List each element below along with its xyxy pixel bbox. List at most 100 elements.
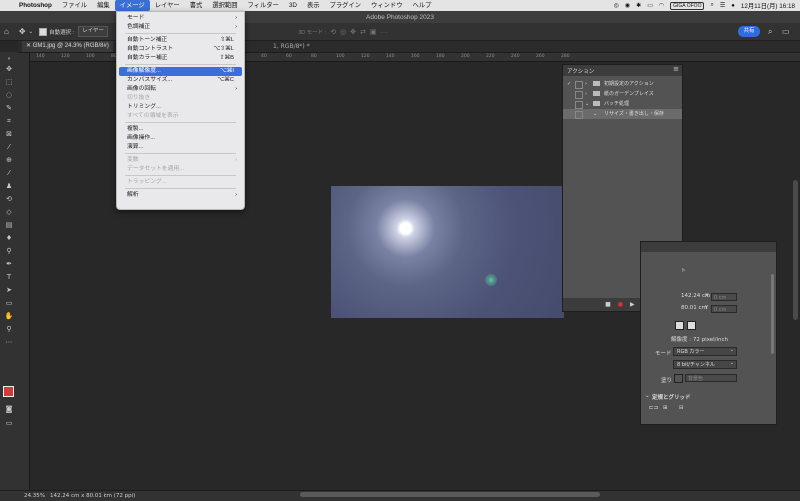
action-set-row[interactable]: ⌄ バッチ処理 [563,99,682,109]
move-tool-icon[interactable]: ✥ [3,64,15,74]
path-select-tool-icon[interactable]: ➤ [3,285,15,295]
menu-plugins[interactable]: プラグイン [325,0,366,11]
properties-scrollbar[interactable] [771,274,774,354]
status-chevron-icon[interactable]: › [104,492,106,498]
3d-orbit-icon[interactable]: ⟲ [330,28,336,36]
x-field[interactable]: 0 cm [711,293,737,301]
menu-view[interactable]: 表示 [302,0,325,11]
workspace-icon[interactable]: ▭ [782,27,790,36]
section-chevron-icon[interactable]: ⌄ [645,393,650,399]
hand-tool-icon[interactable]: ✋ [3,311,15,321]
play-icon[interactable]: ▶ [630,301,635,308]
panel-menu-icon[interactable]: ≡ [673,65,679,73]
height-value[interactable]: 80.01 cm [681,305,707,311]
dodge-tool-icon[interactable]: ⚲ [3,246,15,256]
orientation-landscape-icon[interactable] [687,321,696,330]
healing-brush-tool-icon[interactable]: ⊕ [3,155,15,165]
control-center-icon[interactable]: ☰ [720,2,725,9]
menu-item[interactable]: 画像解像度... ⌥⌘I [119,67,242,76]
search-icon[interactable]: ⌕ [768,27,772,37]
auto-select-checkbox[interactable] [39,27,48,36]
menu-item[interactable]: 自動コントラスト ⌥⇧⌘L [119,45,242,54]
menu-item[interactable]: 自動トーン補正 ⇧⌘L [119,36,242,45]
menu-3d[interactable]: 3D [284,0,302,11]
document-tab[interactable]: ✕ GM1.jpg @ 24.3% (RGB/8#) [22,41,113,52]
record-icon[interactable]: ◉ [625,2,630,9]
disclosure-triangle[interactable]: ⌄ [593,109,597,119]
home-icon[interactable]: ⌂ [4,27,9,36]
move-tool-icon[interactable]: ✥ [19,27,26,36]
zoom-level[interactable]: 24.35% [24,493,45,499]
history-brush-tool-icon[interactable]: ⟲ [3,194,15,204]
screen-mode-icon[interactable]: ▭ [3,418,15,428]
3d-pan-icon[interactable]: ✥ [350,28,356,36]
menu-photoshop[interactable]: Photoshop [14,0,57,11]
y-field[interactable]: 0 cm [711,305,737,313]
fill-color-swatch[interactable] [674,374,683,383]
menu-help[interactable]: ヘルプ [408,0,437,11]
eyedropper-tool-icon[interactable]: ⁄ [3,142,15,152]
menu-item[interactable]: カンバスサイズ... ⌥⌘C [119,76,242,85]
blur-tool-icon[interactable]: ♦ [3,233,15,243]
action-set-row[interactable]: › 紙のガーデンプレイス [563,89,682,99]
lasso-tool-icon[interactable]: ◌ [3,90,15,100]
menu-filter[interactable]: フィルター [243,0,284,11]
dialog-toggle-box[interactable] [575,91,583,99]
menu-item[interactable]: トリミング... [119,103,242,112]
menu-type[interactable]: 書式 [185,0,208,11]
clone-stamp-tool-icon[interactable]: ♟ [3,181,15,191]
battery-icon[interactable]: ▭ [647,2,653,9]
shape-tool-icon[interactable]: ▭ [3,298,15,308]
fill-select[interactable]: 背景色 [685,374,737,382]
horizontal-scrollbar[interactable] [300,492,600,497]
menu-file[interactable]: ファイル [57,0,92,11]
gradient-tool-icon[interactable]: ▤ [3,220,15,230]
dialog-toggle-box[interactable] [575,111,583,119]
rulers-grid-section-title[interactable]: 定規とグリッド [652,393,691,401]
menu-window[interactable]: ウィンドウ [366,0,407,11]
pen-tool-icon[interactable]: ✒ [3,259,15,269]
3d-roll-icon[interactable]: ◎ [340,28,346,36]
action-set-row[interactable]: ✓ › 初期設定のアクション [563,79,682,89]
crop-tool-icon[interactable]: ⌗ [3,116,15,126]
close-icon[interactable]: ✕ [26,43,33,49]
action-row-selected[interactable]: ⌄ リサイズ・書き出し・保存 [563,109,682,119]
canvas-image[interactable] [331,186,564,318]
color-mode-select[interactable]: RGB カラー [673,346,737,356]
frame-tool-icon[interactable]: ⊠ [3,129,15,139]
3d-scale-icon[interactable]: ▣ [370,28,377,36]
wifi-icon[interactable]: ◠ [659,2,664,9]
record-icon[interactable]: ● [618,301,623,308]
disclosure-triangle[interactable]: › [585,89,587,99]
disclosure-triangle[interactable]: › [585,79,587,89]
brush-tool-icon[interactable]: ⁄ [3,168,15,178]
type-tool-icon[interactable]: T [3,272,15,282]
menu-edit[interactable]: 編集 [92,0,115,11]
bluetooth-icon[interactable]: ✱ [636,2,641,9]
actions-panel-title[interactable]: アクション [567,67,594,75]
menu-item[interactable]: 複製... [119,125,242,134]
dialog-toggle-box[interactable] [575,81,583,89]
menu-item[interactable]: 解析 › [119,191,242,200]
menu-select[interactable]: 選択範囲 [207,0,242,11]
orientation-portrait-icon[interactable] [675,321,684,330]
status-circle-icon[interactable]: ◎ [614,2,619,9]
dialog-toggle-box[interactable] [575,101,583,109]
zoom-tool-icon[interactable]: ⚲ [3,324,15,334]
action-toggle-check[interactable]: ✓ [567,79,571,89]
input-source-badge[interactable]: GIGA OFOO [670,1,705,10]
tools-collapse-icon[interactable]: » [3,54,15,64]
auto-select-target-select[interactable]: レイヤー [78,26,109,37]
menu-item[interactable]: モード › [119,14,242,23]
marquee-tool-icon[interactable]: ⬚ [3,77,15,87]
menu-image[interactable]: イメージ [114,0,150,11]
menu-layer[interactable]: レイヤー [150,0,185,11]
eraser-tool-icon[interactable]: ◇ [3,207,15,217]
menu-item[interactable]: 色調補正 › [119,23,242,32]
stop-icon[interactable]: ■ [605,301,611,308]
more-options-icon[interactable]: … [381,28,388,35]
grid-icon[interactable]: ⊞ [663,405,668,411]
siri-icon[interactable]: ● [731,3,735,9]
share-button[interactable]: 共有 [738,26,760,37]
chevron-down-icon[interactable]: ⌄ [29,29,34,35]
